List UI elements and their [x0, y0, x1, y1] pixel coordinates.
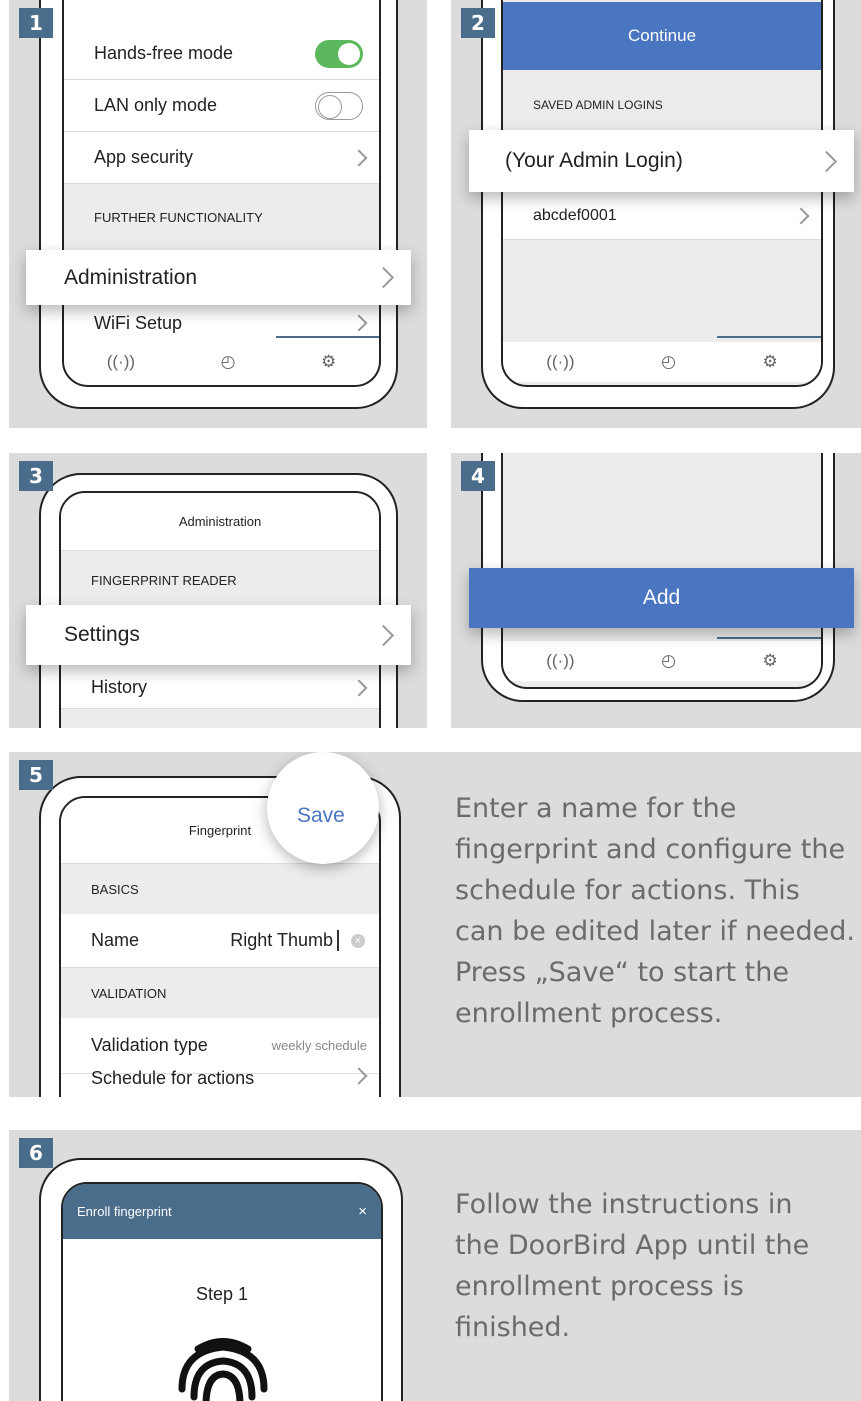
- clock-icon[interactable]: ◴: [221, 352, 236, 372]
- fingerprint-icon: [178, 1338, 268, 1401]
- continue-label: Continue: [627, 26, 697, 45]
- chevron-right-icon: [372, 266, 395, 289]
- chevron-right-icon: [372, 624, 395, 646]
- add-label: Add: [642, 586, 681, 609]
- schedule-row[interactable]: Schedule for actions: [61, 1067, 379, 1097]
- row-label: LAN only mode: [94, 95, 218, 115]
- hands-free-row[interactable]: Hands-free mode: [64, 28, 379, 80]
- gear-icon[interactable]: ⚙: [762, 352, 777, 372]
- section-header: FINGERPRINT READER: [61, 551, 379, 609]
- broadcast-icon[interactable]: ((·)): [546, 651, 574, 671]
- step-badge: 3: [19, 461, 53, 491]
- highlight-label: Administration: [64, 265, 198, 289]
- app-security-row[interactable]: App security: [64, 132, 379, 184]
- name-input[interactable]: Right Thumb: [230, 930, 339, 951]
- step-2-panel: 2 Continue SAVED ADMIN LOGINS abcdef0001…: [451, 0, 861, 428]
- phone-screen: Hands-free mode LAN only mode App securi…: [62, 0, 381, 387]
- step-badge: 4: [461, 461, 495, 491]
- broadcast-icon[interactable]: ((·)): [107, 352, 135, 372]
- step-1-panel: 1 Hands-free mode LAN only mode App secu…: [9, 0, 427, 428]
- phone-screen: Continue SAVED ADMIN LOGINS abcdef0001 (…: [501, 0, 823, 387]
- lan-only-toggle[interactable]: [315, 91, 363, 120]
- screen-title: Administration: [61, 493, 379, 551]
- history-row[interactable]: History: [61, 667, 379, 709]
- lan-only-row[interactable]: LAN only mode: [64, 80, 379, 132]
- highlight-label: Settings: [64, 623, 140, 646]
- active-tab-indicator: [717, 336, 821, 338]
- chevron-right-icon: [350, 314, 368, 332]
- row-label: History: [91, 677, 148, 697]
- dialog-title: Enroll fingerprint: [77, 1204, 172, 1219]
- basics-section: BASICS: [61, 864, 379, 914]
- schedule-label: Schedule for actions: [91, 1068, 255, 1088]
- clock-icon[interactable]: ◴: [661, 651, 676, 671]
- chevron-right-icon: [350, 149, 368, 166]
- step-6-description: Follow the instructions in the DoorBird …: [455, 1189, 810, 1343]
- chevron-right-icon: [792, 207, 810, 224]
- settings-highlight[interactable]: Settings: [26, 605, 411, 665]
- row-label: abcdef0001: [533, 206, 617, 224]
- name-row[interactable]: Name Right Thumb ×: [61, 914, 379, 968]
- step-4-panel: 4 ((·)) ◴ ⚙ Add: [451, 453, 861, 728]
- active-tab-indicator: [717, 637, 821, 639]
- title-text: Administration: [178, 514, 262, 529]
- highlight-label: (Your Admin Login): [505, 149, 683, 172]
- active-tab-indicator: [276, 336, 379, 338]
- validation-type-row[interactable]: Validation type weekly schedule: [61, 1018, 379, 1074]
- hands-free-toggle[interactable]: [315, 39, 363, 68]
- row-label: Hands-free mode: [94, 43, 234, 63]
- step-badge: 6: [19, 1138, 53, 1168]
- name-label: Name: [91, 930, 140, 950]
- validation-value: weekly schedule: [271, 1038, 367, 1053]
- clear-input-icon[interactable]: ×: [351, 933, 365, 948]
- row-label: WiFi Setup: [94, 312, 183, 333]
- gear-icon[interactable]: ⚙: [321, 352, 336, 372]
- step-3-panel: 3 Administration FINGERPRINT READER Hist…: [9, 453, 427, 728]
- step-label: Step 1: [195, 1284, 249, 1304]
- validation-label: Validation type: [91, 1035, 208, 1055]
- step-badge: 5: [19, 760, 53, 790]
- section-header: FURTHER FUNCTIONALITY: [64, 184, 379, 250]
- save-button[interactable]: Save: [297, 804, 345, 828]
- chevron-right-icon: [350, 679, 368, 696]
- close-icon[interactable]: ×: [358, 1203, 367, 1220]
- step-badge: 1: [19, 8, 53, 38]
- chevron-right-icon: [815, 150, 838, 172]
- admin-login-item[interactable]: abcdef0001: [503, 192, 821, 240]
- step-badge: 2: [461, 8, 495, 38]
- tab-bar: ((·)) ◴ ⚙: [64, 342, 379, 382]
- broadcast-icon[interactable]: ((·)): [546, 352, 574, 372]
- administration-highlight[interactable]: Administration: [26, 250, 411, 305]
- your-admin-login-highlight[interactable]: (Your Admin Login): [469, 130, 854, 192]
- title-text: Fingerprint: [188, 823, 252, 838]
- phone-screen: Enroll fingerprint × Step 1: [61, 1182, 383, 1401]
- row-label: App security: [94, 147, 194, 167]
- tab-bar: ((·)) ◴ ⚙: [503, 342, 821, 382]
- continue-button[interactable]: Continue: [503, 2, 821, 70]
- step-5-description: Enter a name for the fingerprint and con…: [455, 793, 855, 1029]
- section-spacer: [61, 709, 379, 728]
- gear-icon[interactable]: ⚙: [762, 651, 777, 671]
- clock-icon[interactable]: ◴: [661, 352, 676, 372]
- add-button[interactable]: Add: [469, 568, 854, 628]
- validation-section: VALIDATION: [61, 968, 379, 1018]
- dialog-header: Enroll fingerprint ×: [63, 1184, 381, 1239]
- tab-bar: ((·)) ◴ ⚙: [503, 641, 821, 681]
